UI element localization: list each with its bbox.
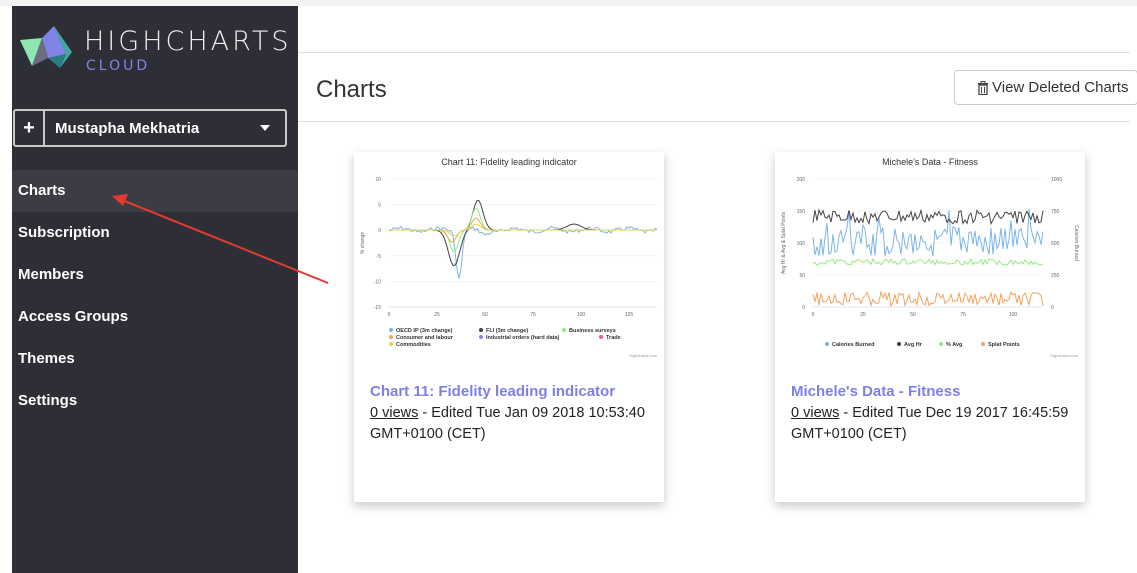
x-tick: 125 — [625, 312, 634, 318]
y-tick: 50 — [799, 273, 805, 279]
y-tick: -5 — [377, 254, 382, 260]
chart-title-link[interactable]: Chart 11: Fidelity leading indicator — [370, 383, 615, 400]
y-tick-right: 250 — [1051, 273, 1060, 279]
series-line — [389, 223, 657, 237]
x-tick: 25 — [434, 312, 440, 318]
legend-item: Industrial orders (hard data) — [486, 335, 560, 341]
credits: Highcharts.com — [1050, 353, 1078, 358]
sidebar-item-access-groups[interactable]: Access Groups — [12, 296, 298, 338]
account-name: Mustapha Mekhatria — [55, 119, 200, 137]
y-tick: -10 — [374, 279, 381, 285]
y-axis-label: Avg Hr & Avg & Splat Points — [781, 211, 787, 274]
series-line — [812, 290, 1044, 308]
series-line — [388, 225, 658, 279]
views-link[interactable]: 0 views — [370, 405, 418, 421]
legend-item: % Avg — [946, 342, 962, 348]
brand-name: HIGHCHARTS — [84, 26, 292, 57]
sidebar-item-settings[interactable]: Settings — [12, 380, 298, 422]
credits: Highcharts.com — [629, 353, 657, 358]
legend-marker — [479, 328, 483, 332]
page-title: Charts — [316, 76, 387, 103]
divider — [298, 121, 1130, 122]
x-tick: 0 — [812, 312, 815, 318]
y-tick-right: 1000 — [1051, 177, 1062, 183]
series-line — [812, 257, 1044, 266]
legend-marker — [389, 335, 393, 339]
legend-marker — [562, 328, 566, 332]
y-tick-right: 750 — [1051, 209, 1060, 215]
x-tick: 75 — [530, 312, 536, 318]
legend-item: Business surveys — [569, 328, 616, 334]
legend-marker — [389, 328, 393, 332]
legend-marker — [939, 342, 943, 346]
add-account-button[interactable]: + — [15, 111, 45, 145]
x-tick: 75 — [960, 312, 966, 318]
thumb-title: Michele's Data - Fitness — [882, 157, 978, 167]
legend-marker — [599, 335, 603, 339]
y-tick: 0 — [802, 305, 805, 311]
chart-meta: 0 views - Edited Tue Dec 19 2017 16:45:5… — [791, 403, 1076, 445]
sidebar-item-members[interactable]: Members — [12, 254, 298, 296]
account-selector[interactable]: + Mustapha Mekhatria — [13, 109, 287, 147]
sidebar-item-subscription[interactable]: Subscription — [12, 212, 298, 254]
y-tick: 200 — [797, 177, 806, 183]
legend-item: FLI (3m change) — [486, 328, 528, 334]
legend-marker — [479, 335, 483, 339]
legend-marker — [981, 342, 985, 346]
x-tick: 50 — [910, 312, 916, 318]
x-tick: 100 — [577, 312, 586, 318]
legend-item: Avg Hr — [904, 342, 923, 348]
y-tick: 100 — [797, 241, 806, 247]
legend-marker — [389, 342, 393, 346]
y-tick: -15 — [374, 305, 381, 311]
y-tick-right: 0 — [1051, 305, 1054, 311]
chart-thumbnail[interactable]: Michele's Data - Fitness200 1000150 750100… — [775, 152, 1085, 364]
thumb-title: Chart 11: Fidelity leading indicator — [441, 157, 576, 167]
x-tick: 0 — [388, 312, 391, 318]
view-deleted-label: View Deleted Charts — [992, 79, 1129, 96]
legend-marker — [825, 342, 829, 346]
sidebar: HIGHCHARTS CLOUD + Mustapha Mekhatria Ch… — [12, 6, 298, 573]
sidebar-item-themes[interactable]: Themes — [12, 338, 298, 380]
brand-sub: CLOUD — [86, 58, 151, 74]
y-tick: 5 — [378, 203, 381, 209]
chart-thumbnail[interactable]: Chart 11: Fidelity leading indicator1050… — [354, 152, 664, 364]
sidebar-item-charts[interactable]: Charts — [12, 170, 298, 212]
highcharts-cloud-logo[interactable]: HIGHCHARTS CLOUD — [20, 24, 290, 74]
legend-item: Calories Burned — [832, 342, 874, 348]
chart-card[interactable]: Chart 11: Fidelity leading indicator 10 5 0… — [354, 152, 664, 502]
y-tick-right: 500 — [1051, 241, 1060, 247]
legend-marker — [897, 342, 901, 346]
chart-title-link[interactable]: Michele's Data - Fitness — [791, 383, 960, 400]
views-link[interactable]: 0 views — [791, 405, 839, 421]
y-axis-label-right: Calories Burned — [1073, 225, 1079, 261]
y-tick: 150 — [797, 209, 806, 215]
legend-item: Consumer and labour — [396, 335, 454, 341]
trash-icon — [978, 80, 988, 95]
view-deleted-charts-button[interactable]: View Deleted Charts — [954, 70, 1137, 105]
logo-mark-icon — [20, 26, 72, 68]
y-tick: 0 — [378, 228, 381, 234]
legend-item: OECD IP (3m change) — [396, 328, 453, 334]
chevron-down-icon[interactable] — [260, 125, 270, 131]
legend-item: Splat Points — [988, 342, 1020, 348]
divider — [298, 52, 1130, 53]
sidebar-nav: Charts Subscription Members Access Group… — [12, 170, 298, 422]
chart-card[interactable]: Michele's Data - Fitness 200 1000 150 750 100… — [775, 152, 1085, 502]
x-tick: 25 — [860, 312, 866, 318]
legend-item: Trade — [606, 335, 621, 341]
y-axis-label: % change — [360, 232, 366, 254]
x-tick: 50 — [482, 312, 488, 318]
chart-meta: 0 views - Edited Tue Jan 09 2018 10:53:4… — [370, 403, 655, 445]
legend-item: Commodities — [396, 342, 431, 348]
x-tick: 100 — [1009, 312, 1018, 318]
y-tick: 10 — [375, 177, 381, 183]
